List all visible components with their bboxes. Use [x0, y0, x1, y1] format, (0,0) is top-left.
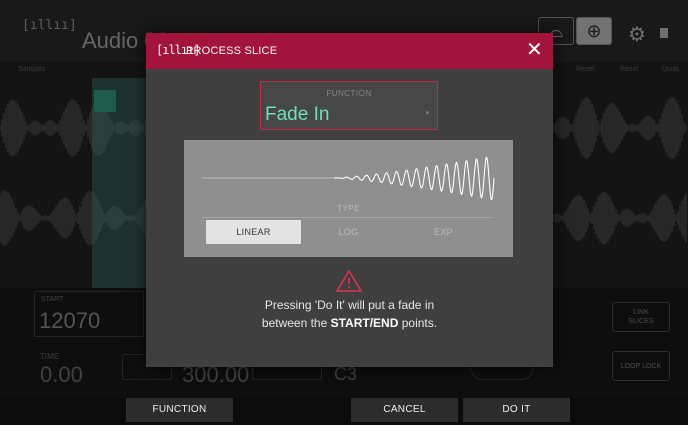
cancel-button[interactable]: CANCEL [351, 398, 458, 422]
type-divider-top [202, 217, 492, 218]
message-line-2: between the START/END points. [146, 314, 553, 332]
process-slice-dialog: [ıllıı] PROCESS SLICE ✕ FUNCTION Fade In… [146, 33, 553, 367]
type-option-linear[interactable]: LINEAR [206, 220, 301, 244]
type-option-exp[interactable]: EXP [396, 220, 491, 244]
close-icon[interactable]: ✕ [526, 39, 543, 61]
dialog-header: [ıllıı] PROCESS SLICE ✕ [146, 33, 553, 69]
chevron-down-icon: ▾ [425, 110, 429, 117]
type-option-log[interactable]: LOG [301, 220, 396, 244]
function-softkey[interactable]: FUNCTION [126, 398, 233, 422]
softkey-bar: FUNCTION CANCEL DO IT [0, 398, 688, 425]
type-label: TYPE [337, 204, 360, 213]
fade-message: Pressing 'Do It' will put a fade in betw… [146, 296, 553, 332]
dialog-title: PROCESS SLICE [186, 45, 278, 57]
message-line-1: Pressing 'Do It' will put a fade in [264, 298, 435, 312]
message-between: between the [261, 316, 331, 330]
function-label: FUNCTION [326, 89, 372, 98]
function-value: Fade In [265, 104, 330, 125]
do-it-button[interactable]: DO IT [463, 398, 570, 422]
message-points: points. [398, 316, 438, 330]
message-start-end: START/END [330, 316, 399, 330]
warning-triangle-icon [336, 270, 362, 292]
dialog-body: FUNCTION Fade In ▾ TYPE LINEAR LOG EXP P… [146, 69, 553, 367]
function-select[interactable]: FUNCTION Fade In ▾ [260, 81, 438, 130]
fade-preview-panel: TYPE LINEAR LOG EXP [184, 140, 513, 257]
